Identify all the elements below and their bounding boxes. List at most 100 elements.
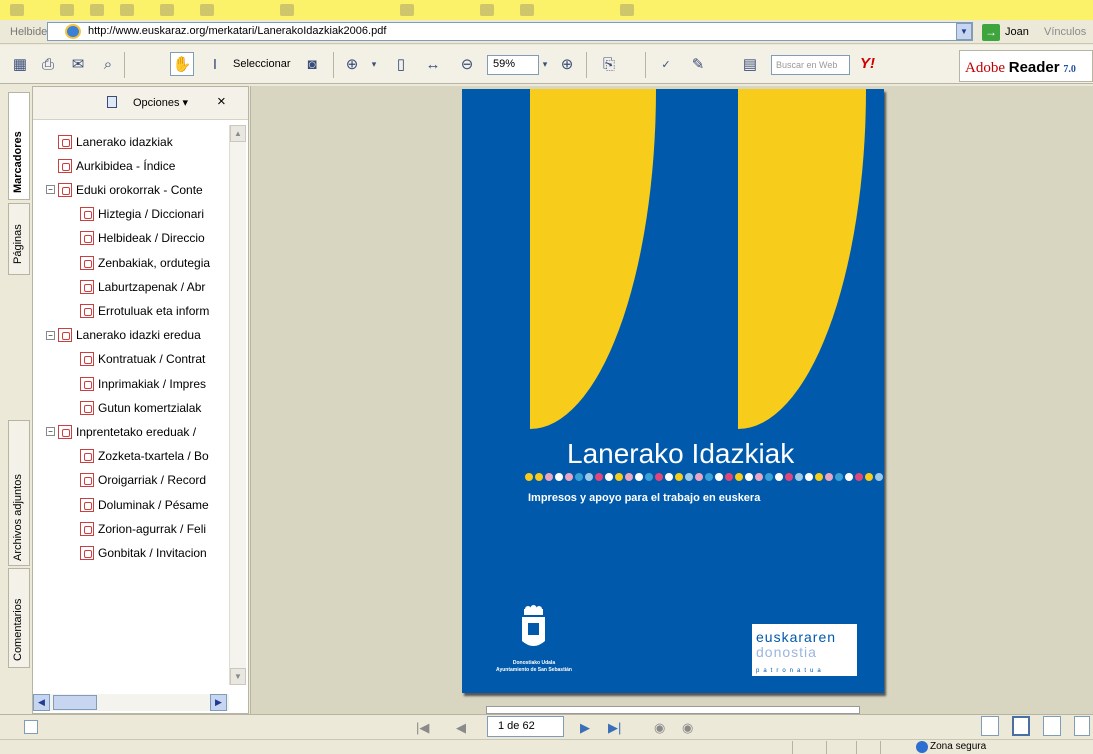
logo-line-2: donostia [756, 644, 817, 660]
go-arrow-icon[interactable]: → [982, 24, 1000, 41]
bookmark-item[interactable]: Inprimakiak / Impres [80, 372, 228, 395]
collapse-icon[interactable]: − [46, 330, 55, 340]
options-button[interactable]: Opciones ▾ [133, 96, 188, 109]
bookmark-item[interactable]: − Inprentetako ereduak / [46, 420, 228, 443]
color-dot [815, 473, 823, 481]
color-dot [765, 473, 773, 481]
bookmark-label: Helbideak / Direccio [98, 231, 205, 246]
tab-comments[interactable]: Comentarios [8, 568, 30, 668]
bookmark-item[interactable]: Gutun komertzialak [80, 396, 228, 419]
fit-page-icon[interactable]: ▯ [389, 52, 413, 76]
continuous-facing-icon[interactable] [1074, 716, 1090, 736]
page-number-field[interactable]: 1 de 62 [487, 716, 564, 737]
logo-line-3: patronatua [756, 668, 825, 674]
address-url[interactable]: http://www.euskaraz.org/merkatari/Lanera… [88, 25, 386, 37]
zoom-in-tool-icon[interactable]: ⊕ [340, 52, 364, 76]
fit-width-icon[interactable]: ↔ [421, 52, 445, 76]
color-dot [545, 473, 553, 481]
bookmark-item[interactable]: Oroigarriak / Record [80, 469, 228, 492]
color-dot [635, 473, 643, 481]
panel-close-button[interactable]: × [217, 93, 226, 110]
select-tool-label[interactable]: Seleccionar [233, 58, 290, 70]
bookmark-item[interactable]: − Lanerako idazki eredua [46, 324, 228, 347]
last-page-icon[interactable]: ▶| [608, 720, 621, 736]
zoom-out-icon[interactable]: ⊖ [455, 52, 479, 76]
bookmark-item[interactable]: Kontratuak / Contrat [80, 348, 228, 371]
tab-bookmarks[interactable]: Marcadores [8, 92, 30, 200]
scroll-right-icon[interactable]: ▶ [210, 694, 227, 711]
yahoo-icon[interactable]: Y! [860, 55, 875, 72]
bookmark-page-icon [80, 473, 94, 488]
save-icon[interactable]: ▦ [8, 52, 32, 76]
color-dot [745, 473, 753, 481]
horizontal-scroll-thumb[interactable] [53, 695, 97, 710]
spellcheck-icon[interactable]: ✓ [654, 52, 678, 76]
scroll-left-icon[interactable]: ◀ [33, 694, 50, 711]
bookmark-page-icon [80, 521, 94, 536]
bookmark-item[interactable]: Errotuluak eta inform [80, 299, 228, 322]
bookmark-item[interactable]: Hiztegia / Diccionari [80, 203, 228, 226]
first-page-icon[interactable]: |◀ [416, 720, 429, 736]
tab-bookmarks-label: Marcadores [12, 131, 24, 193]
tab-pages[interactable]: Páginas [8, 203, 30, 275]
options-icon[interactable] [107, 96, 117, 108]
collapse-icon[interactable]: − [46, 427, 55, 437]
bookmark-item[interactable]: Aurkibidea - Índice [46, 154, 228, 177]
bookmark-item[interactable]: Doluminak / Pésame [80, 493, 228, 516]
bookmark-label: Lanerako idazkiak [76, 134, 173, 149]
bookmark-item[interactable]: Gonbitak / Invitacion [80, 541, 228, 564]
next-page-icon[interactable]: ▶ [580, 720, 590, 736]
zoom-in-icon[interactable]: ⊕ [555, 52, 579, 76]
next-view-icon[interactable]: ◉ [682, 720, 693, 736]
bookmark-item[interactable]: − Eduki orokorrak - Conte [46, 178, 228, 201]
bookmark-label: Zenbakiak, ordutegia [98, 255, 211, 270]
zoom-menu-chevron-icon[interactable]: ▾ [362, 52, 386, 76]
bookmark-page-icon [58, 424, 72, 439]
zoom-input[interactable]: 59% [487, 55, 539, 75]
page-options-icon[interactable] [24, 720, 38, 734]
bookmark-item[interactable]: Helbideak / Direccio [80, 227, 228, 250]
options-label: Opciones [133, 97, 180, 109]
adobe-reader-logo: Adobe Reader 7.0 [959, 50, 1093, 82]
search-binoculars-icon[interactable]: ⌕ [96, 52, 120, 76]
bookmark-item[interactable]: Zenbakiak, ordutegia [80, 251, 228, 274]
previous-view-icon[interactable]: ◉ [654, 720, 665, 736]
print-icon[interactable]: ⎙ [36, 52, 60, 76]
bookmarks-vertical-scrollbar[interactable]: ▲ ▼ [229, 125, 246, 685]
facing-pages-icon[interactable] [1043, 716, 1061, 736]
document-icon[interactable]: ▤ [738, 52, 762, 76]
hand-tool-icon[interactable]: ✋ [170, 52, 194, 76]
address-dropdown-icon[interactable]: ▼ [956, 23, 972, 40]
collapse-icon[interactable]: − [46, 185, 55, 195]
single-page-icon[interactable] [981, 716, 999, 736]
color-dots-row [525, 473, 884, 483]
color-dot [585, 473, 593, 481]
scroll-down-icon[interactable]: ▼ [230, 668, 246, 685]
bookmark-item[interactable]: Laburtzapenak / Abr [80, 275, 228, 298]
snapshot-icon[interactable]: ◙ [300, 52, 324, 76]
bookmark-page-icon [80, 303, 94, 318]
color-dot [685, 473, 693, 481]
document-title: Lanerako Idazkiak [567, 438, 795, 469]
email-icon[interactable]: ✉ [66, 52, 90, 76]
bookmark-page-icon [80, 545, 94, 560]
bookmark-page-icon [80, 255, 94, 270]
bookmark-item[interactable]: Zozketa-txartela / Bo [80, 445, 228, 468]
tab-attachments[interactable]: Archivos adjuntos [8, 420, 30, 566]
color-dot [785, 473, 793, 481]
bookmarks-horizontal-scrollbar[interactable]: ◀ ▶ [33, 694, 229, 711]
rotate-view-icon[interactable]: ⎘ [597, 52, 621, 76]
zoom-dropdown-icon[interactable]: ▾ [533, 52, 557, 76]
sign-icon[interactable]: ✎ [686, 52, 710, 76]
bookmark-item[interactable]: Zorion-agurrak / Feli [80, 517, 228, 540]
web-search-input[interactable]: Buscar en Web [771, 55, 850, 75]
select-tool-icon[interactable]: I [203, 52, 227, 76]
brand-adobe: Adobe [965, 60, 1005, 76]
scroll-up-icon[interactable]: ▲ [230, 125, 246, 142]
bookmark-page-icon [80, 231, 94, 246]
continuous-page-icon[interactable] [1012, 716, 1030, 736]
links-label[interactable]: Vínculos [1044, 26, 1086, 38]
previous-page-icon[interactable]: ◀ [456, 720, 466, 736]
bookmark-item[interactable]: Lanerako idazkiak [46, 130, 228, 153]
go-button[interactable]: Joan [1005, 26, 1029, 38]
